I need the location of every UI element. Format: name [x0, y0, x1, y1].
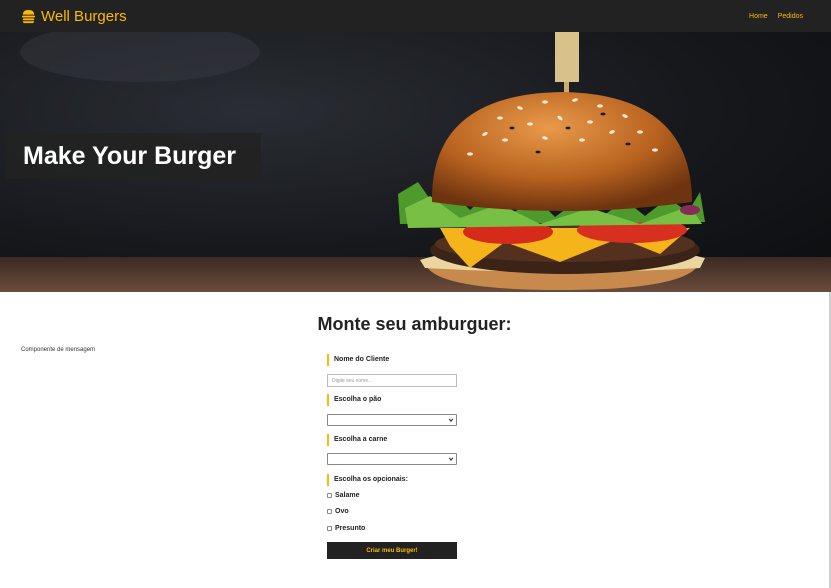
nav-link-pedidos[interactable]: Pedidos: [778, 13, 803, 20]
nav-links: Home Pedidos: [749, 13, 803, 20]
optional-presunto[interactable]: Presunto: [327, 525, 365, 532]
optional-label: Salame: [335, 492, 360, 499]
nav-link-home[interactable]: Home: [749, 13, 768, 20]
bread-select[interactable]: [327, 414, 457, 426]
chevron-down-icon: [448, 418, 454, 422]
optional-label: Presunto: [335, 525, 366, 532]
checkbox-presunto[interactable]: [327, 526, 332, 531]
brand-link[interactable]: Well Burgers: [21, 8, 127, 25]
submit-button[interactable]: Criar meu Burger!: [327, 542, 457, 559]
name-label: Nome do Cliente: [327, 354, 389, 366]
chevron-down-icon: [448, 457, 454, 461]
navbar: Well Burgers Home Pedidos: [0, 0, 831, 32]
hero-title: Make Your Burger: [23, 141, 237, 170]
checkbox-ovo[interactable]: [327, 509, 332, 514]
brand-name: Well Burgers: [41, 7, 127, 25]
meat-select[interactable]: [327, 453, 457, 465]
name-input[interactable]: [327, 374, 457, 387]
message-component: Componente de mensagem: [21, 347, 96, 353]
hero-banner: Make Your Burger: [0, 32, 831, 292]
bread-label: Escolha o pão: [327, 394, 381, 406]
burger-icon: [21, 9, 36, 23]
optional-label: Ovo: [335, 508, 349, 515]
optional-salame[interactable]: Salame: [327, 492, 360, 499]
page-title: Monte seu amburguer:: [317, 314, 512, 334]
optionals-label: Escolha os opcionais:: [327, 474, 408, 486]
hero-title-box: Make Your Burger: [5, 133, 261, 179]
meat-label: Escolha a carne: [327, 434, 387, 446]
checkbox-salame[interactable]: [327, 493, 332, 498]
optional-ovo[interactable]: Ovo: [327, 508, 349, 515]
